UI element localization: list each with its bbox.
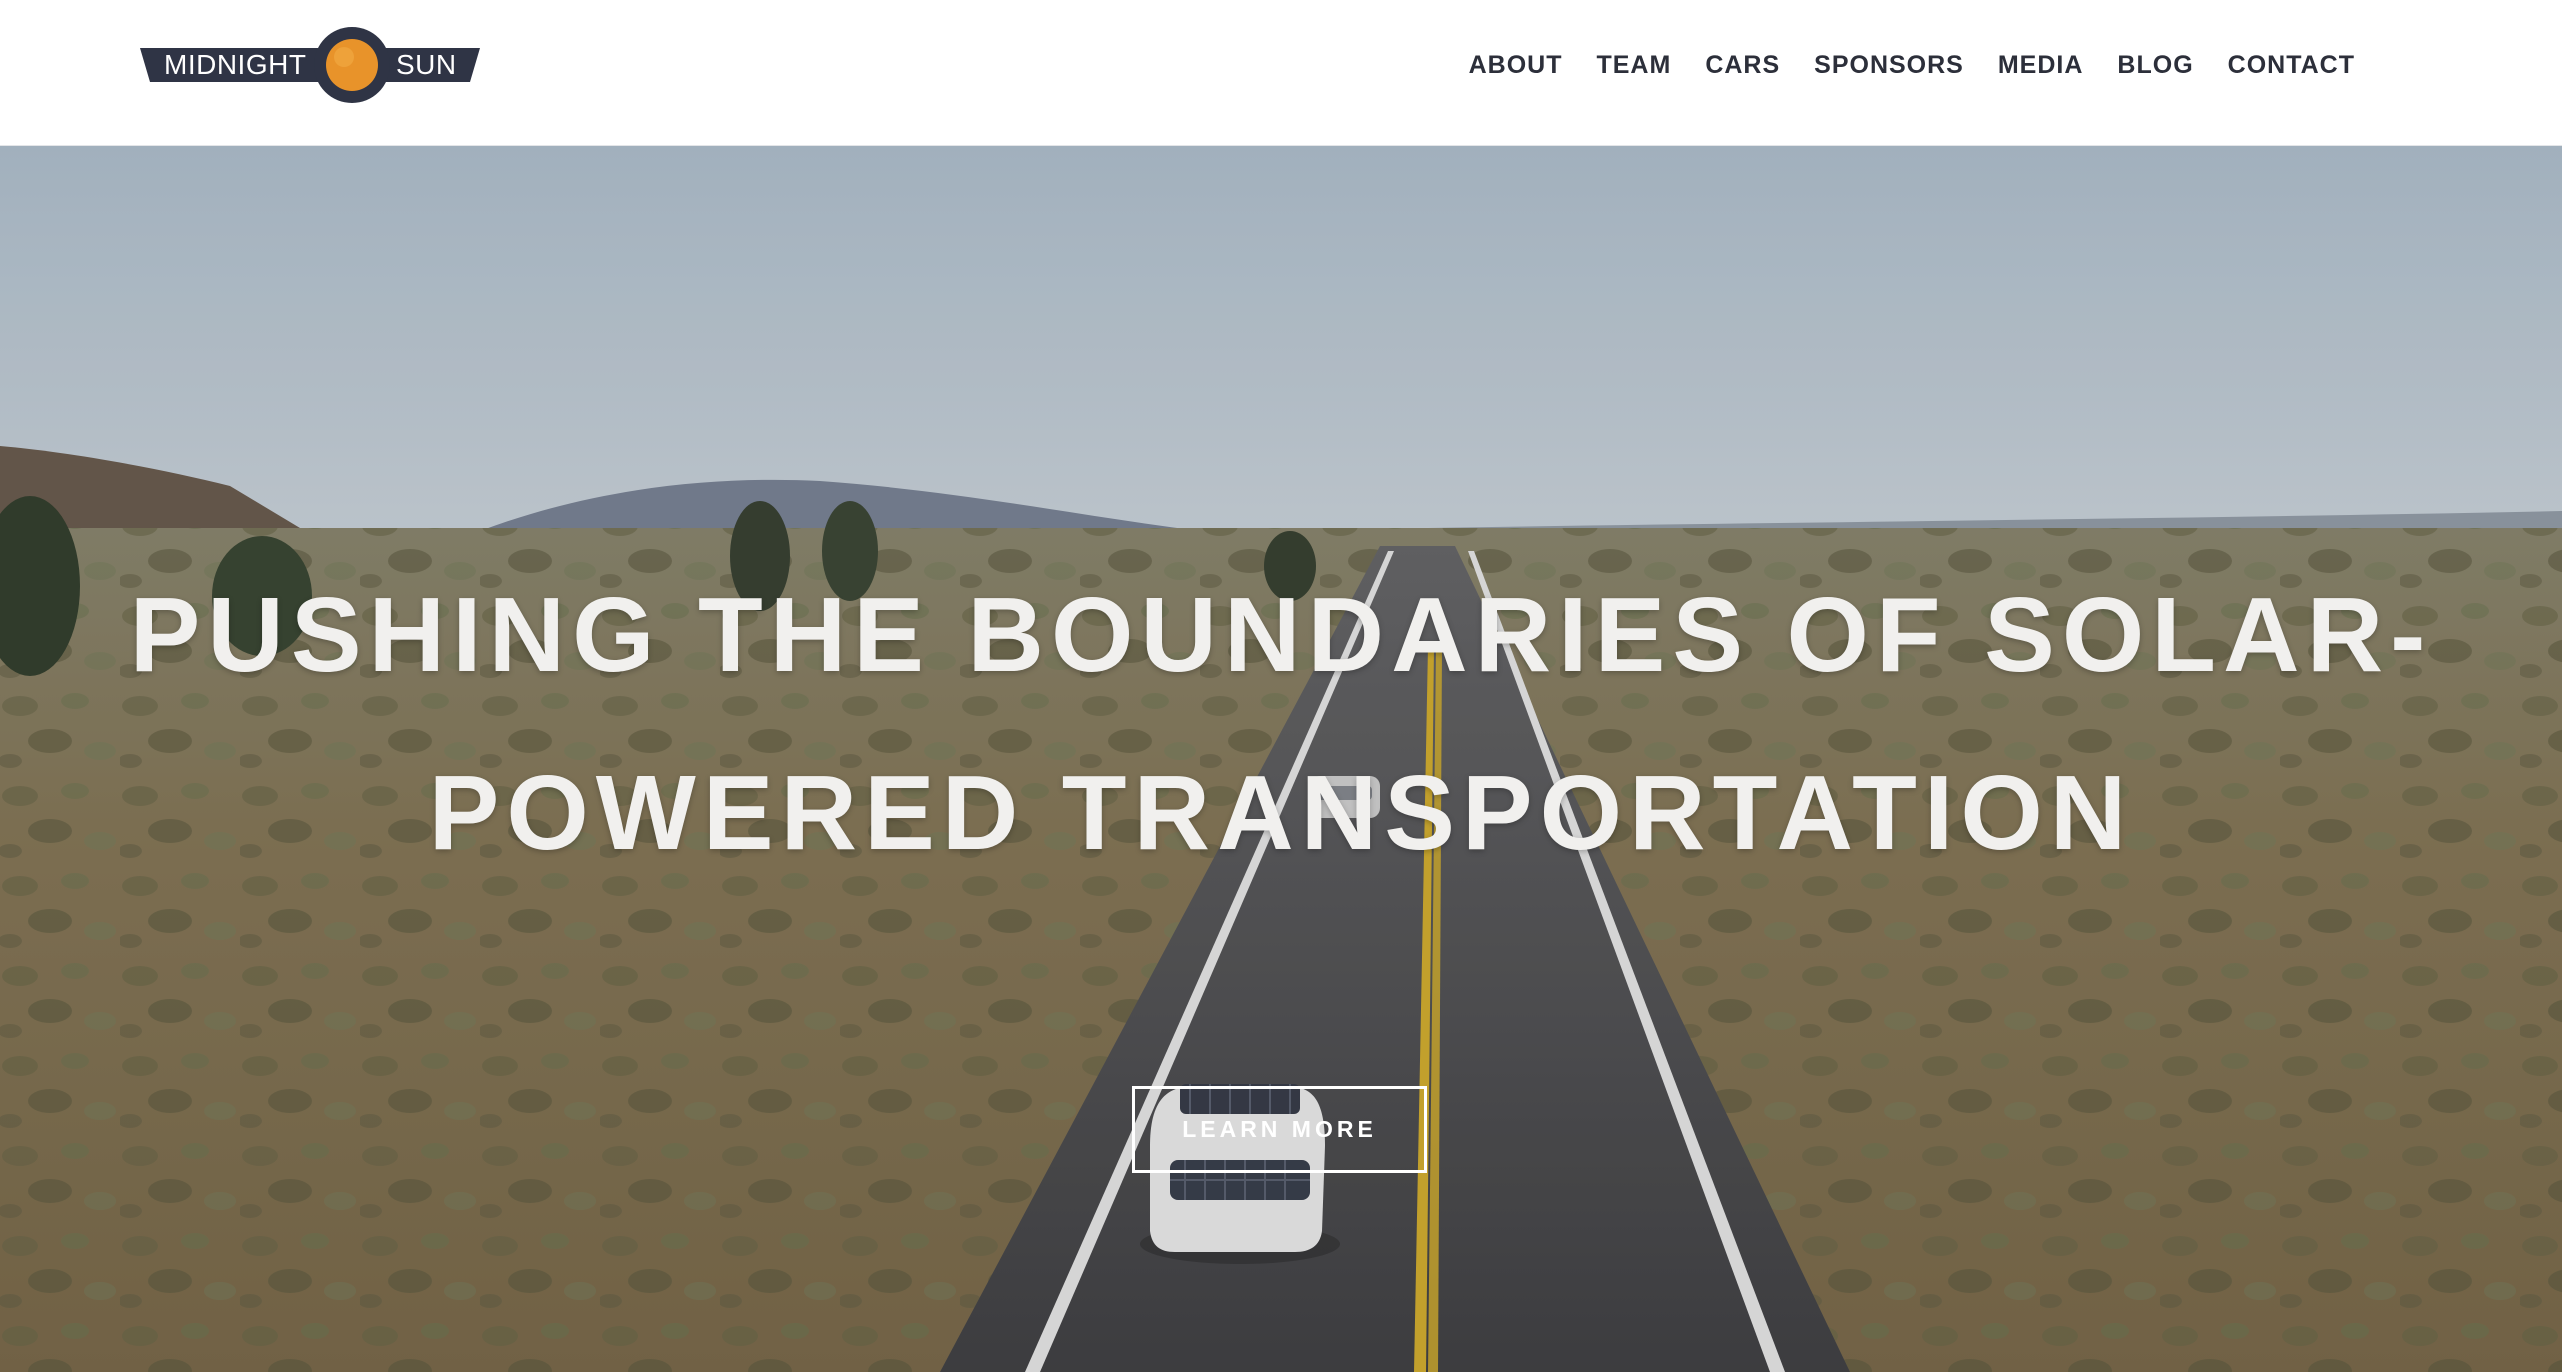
- main-nav: ABOUT TEAM CARS SPONSORS MEDIA BLOG CONT…: [1452, 47, 2355, 83]
- nav-item-cars[interactable]: CARS: [1688, 47, 1797, 83]
- nav-item-sponsors[interactable]: SPONSORS: [1797, 47, 1981, 83]
- site-logo[interactable]: MIDNIGHT SUN: [140, 26, 480, 104]
- sun-icon: [326, 39, 378, 91]
- hero-headline: PUSHING THE BOUNDARIES OF SOLAR- POWERED…: [0, 546, 2562, 902]
- learn-more-button[interactable]: LEARN MORE: [1132, 1086, 1427, 1173]
- nav-item-blog[interactable]: BLOG: [2100, 47, 2210, 83]
- nav-item-media[interactable]: MEDIA: [1981, 47, 2101, 83]
- site-header: MIDNIGHT SUN ABOUT TEAM CARS SPONSORS ME…: [0, 0, 2562, 146]
- logo-text-right: SUN: [396, 49, 457, 80]
- hero-section: PUSHING THE BOUNDARIES OF SOLAR- POWERED…: [0, 146, 2562, 1372]
- nav-item-contact[interactable]: CONTACT: [2211, 47, 2355, 83]
- logo-text-left: MIDNIGHT: [164, 49, 307, 80]
- hero-headline-line-1: PUSHING THE BOUNDARIES OF SOLAR-: [129, 576, 2433, 694]
- nav-item-team[interactable]: TEAM: [1579, 47, 1688, 83]
- hero-headline-line-2: POWERED TRANSPORTATION: [428, 754, 2134, 872]
- nav-item-about[interactable]: ABOUT: [1452, 47, 1580, 83]
